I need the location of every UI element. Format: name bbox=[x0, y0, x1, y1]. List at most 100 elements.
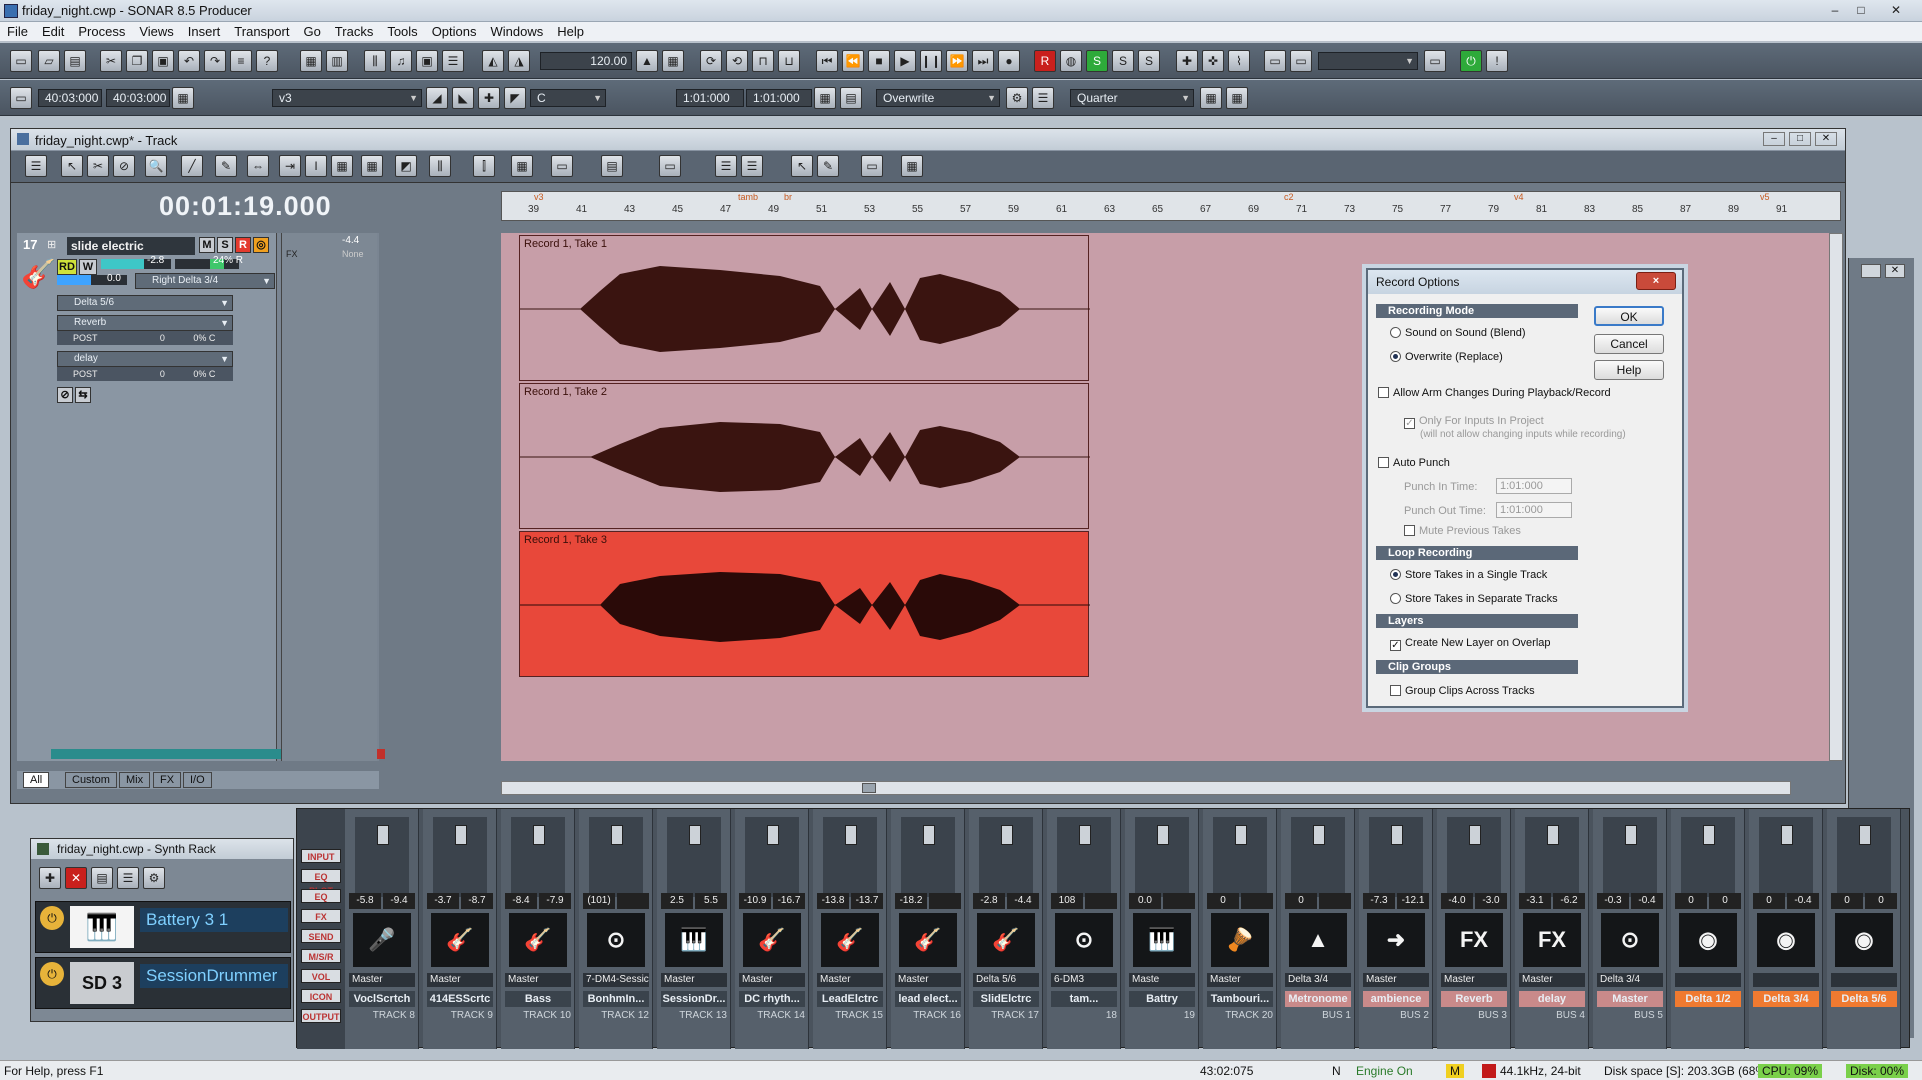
timeline-marker[interactable]: tamb bbox=[738, 192, 758, 202]
output-select[interactable]: Master bbox=[1363, 973, 1429, 987]
draw-line-icon[interactable]: ╱ bbox=[181, 155, 203, 177]
strip-name[interactable]: Battry bbox=[1129, 991, 1195, 1007]
timeline-marker[interactable]: v5 bbox=[1760, 192, 1770, 202]
ok-button[interactable]: OK bbox=[1594, 306, 1664, 326]
punch-toggle-icon[interactable]: ▤ bbox=[840, 87, 862, 109]
fader[interactable] bbox=[745, 817, 799, 897]
loop-end-field[interactable]: 40:03:000 bbox=[106, 89, 170, 107]
go-end-icon[interactable]: ⏭ bbox=[972, 50, 994, 72]
fader[interactable] bbox=[1447, 817, 1501, 897]
cut-icon[interactable]: ✂ bbox=[100, 50, 122, 72]
fader[interactable] bbox=[1525, 817, 1579, 897]
output-select[interactable]: Delta 3/4 bbox=[1285, 973, 1351, 987]
audio-engine-icon[interactable]: ⏻ bbox=[1460, 50, 1482, 72]
fader[interactable] bbox=[589, 817, 643, 897]
module-fx-button[interactable]: FX bbox=[301, 909, 341, 923]
marker-select[interactable]: v3 ▼ bbox=[272, 89, 422, 107]
output-select[interactable] bbox=[1831, 973, 1897, 987]
track-grid-icon[interactable]: ▦ bbox=[361, 155, 383, 177]
help-button[interactable]: Help bbox=[1594, 360, 1664, 380]
snap-grid-icon[interactable]: ▦ bbox=[1200, 87, 1222, 109]
punch-in-field[interactable]: 1:01:000 bbox=[1496, 478, 1572, 494]
metronome-icon[interactable]: ◭ bbox=[482, 50, 504, 72]
panic-icon[interactable]: ▭ bbox=[1424, 50, 1446, 72]
undo-icon[interactable]: ↶ bbox=[178, 50, 200, 72]
automation-write-icon[interactable]: ✜ bbox=[1202, 50, 1224, 72]
menu-help[interactable]: Help bbox=[550, 22, 591, 41]
menu-tools[interactable]: Tools bbox=[380, 22, 424, 41]
input-echo-icon[interactable]: ◍ bbox=[1060, 50, 1082, 72]
automation-read-icon[interactable]: ✚ bbox=[1176, 50, 1198, 72]
strip-name[interactable]: Delta 1/2 bbox=[1675, 991, 1741, 1007]
output-select[interactable]: Master bbox=[1519, 973, 1585, 987]
dialog-close-button[interactable]: × bbox=[1636, 272, 1676, 290]
pointer-icon[interactable]: ↖ bbox=[791, 155, 813, 177]
power-icon[interactable]: ⏻ bbox=[40, 962, 64, 986]
output-select[interactable] bbox=[1675, 973, 1741, 987]
tab-fx[interactable]: FX bbox=[153, 772, 182, 788]
strip-name[interactable]: Delta 3/4 bbox=[1753, 991, 1819, 1007]
track-window-minimize[interactable]: – bbox=[1763, 132, 1785, 146]
strip-name[interactable]: tam... bbox=[1051, 991, 1117, 1007]
marker-prev-icon[interactable]: ◢ bbox=[426, 87, 448, 109]
timeline-marker[interactable]: v4 bbox=[1514, 192, 1524, 202]
right-panel-close[interactable]: ✕ bbox=[1885, 264, 1905, 278]
redo-icon[interactable]: ↷ bbox=[204, 50, 226, 72]
paste-icon[interactable]: ▣ bbox=[152, 50, 174, 72]
screenset-select[interactable]: ▼ bbox=[1318, 52, 1418, 70]
copy-icon[interactable]: ❐ bbox=[126, 50, 148, 72]
view-2-icon[interactable]: ▤ bbox=[601, 155, 623, 177]
region-icon[interactable]: ▭ bbox=[861, 155, 883, 177]
send-1-select[interactable]: Reverb ▼ bbox=[57, 315, 233, 331]
record-arm-button[interactable]: R bbox=[235, 237, 251, 253]
mute-tool-icon[interactable]: ⊘ bbox=[113, 155, 135, 177]
module-send-button[interactable]: SEND bbox=[301, 929, 341, 943]
fader[interactable] bbox=[511, 817, 565, 897]
synth-settings-icon[interactable]: ⚙ bbox=[143, 867, 165, 889]
menu-process[interactable]: Process bbox=[71, 22, 132, 41]
tab-mix[interactable]: Mix bbox=[119, 772, 151, 788]
marker-add-icon[interactable]: ✚ bbox=[478, 87, 500, 109]
output-select[interactable]: Master bbox=[505, 973, 571, 987]
output-select[interactable]: Delta 3/4 bbox=[1597, 973, 1663, 987]
close-button[interactable]: ✕ bbox=[1876, 2, 1916, 19]
mute-previous-checkbox[interactable]: Mute Previous Takes bbox=[1404, 524, 1521, 538]
only-inputs-checkbox[interactable]: ✓ Only For Inputs In Project bbox=[1404, 414, 1544, 429]
record-icon[interactable]: ● bbox=[998, 50, 1020, 72]
punch-icon[interactable]: ⊓ bbox=[752, 50, 774, 72]
strip-name[interactable]: Master bbox=[1597, 991, 1663, 1007]
synth-list-icon[interactable]: ☰ bbox=[117, 867, 139, 889]
record-options-icon[interactable]: ⚙ bbox=[1006, 87, 1028, 109]
strip-name[interactable]: Delta 5/6 bbox=[1831, 991, 1897, 1007]
snapshot-button[interactable]: S bbox=[1138, 50, 1160, 72]
track-name[interactable]: slide electric bbox=[67, 237, 195, 255]
fast-forward-icon[interactable]: ⏩ bbox=[946, 50, 968, 72]
fader[interactable] bbox=[1759, 817, 1813, 897]
fader[interactable] bbox=[1369, 817, 1423, 897]
send-2-select[interactable]: delay ▼ bbox=[57, 351, 233, 367]
region-2-icon[interactable]: ▦ bbox=[901, 155, 923, 177]
strip-name[interactable]: delay bbox=[1519, 991, 1585, 1007]
synth-item-battery[interactable]: ⏻ 🎹 Battery 3 1 bbox=[35, 901, 291, 953]
store-separate-radio[interactable]: Store Takes in Separate Tracks bbox=[1390, 592, 1558, 606]
output-select[interactable]: Master bbox=[1441, 973, 1507, 987]
menu-insert[interactable]: Insert bbox=[181, 22, 228, 41]
fader[interactable] bbox=[1603, 817, 1657, 897]
select-icon[interactable]: ⇥ bbox=[279, 155, 301, 177]
clip-take-3[interactable]: Record 1, Take 3 bbox=[519, 531, 1090, 677]
minimize-button[interactable]: – bbox=[1824, 2, 1846, 19]
loop-start-field[interactable]: 40:03:000 bbox=[38, 89, 102, 107]
browser-icon[interactable]: ▣ bbox=[416, 50, 438, 72]
menu-tracks[interactable]: Tracks bbox=[328, 22, 381, 41]
maximize-button[interactable]: □ bbox=[1850, 2, 1872, 19]
strip-name[interactable]: Tambouri... bbox=[1207, 991, 1273, 1007]
rewind-start-icon[interactable]: ⏮ bbox=[816, 50, 838, 72]
timeline-marker[interactable]: v3 bbox=[534, 192, 544, 202]
output-select[interactable]: Master bbox=[739, 973, 805, 987]
output-select[interactable]: Master bbox=[661, 973, 727, 987]
fader[interactable] bbox=[1135, 817, 1189, 897]
marker-next-icon[interactable]: ◣ bbox=[452, 87, 474, 109]
screenset-icon[interactable]: ▭ bbox=[1264, 50, 1286, 72]
view-icon[interactable]: ▭ bbox=[551, 155, 573, 177]
zoom-tool-icon[interactable]: 🔍 bbox=[145, 155, 167, 177]
